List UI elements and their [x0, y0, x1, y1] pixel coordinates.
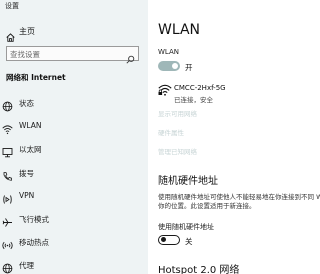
hardware-properties-link[interactable]: 硬件属性: [158, 127, 184, 137]
sidebar-item-label: 移动热点: [19, 238, 49, 247]
sidebar-item-label: 以太网: [19, 145, 42, 154]
globe-icon: [2, 259, 13, 274]
sidebar-item-vpn[interactable]: VPN: [0, 187, 148, 205]
show-available-networks-link[interactable]: 显示可用网络: [158, 108, 197, 118]
hotspot-heading: Hotspot 2.0 网络: [158, 265, 240, 274]
airplane-icon: [2, 213, 13, 232]
sidebar-home-label: 主页: [19, 27, 35, 36]
sidebar-item-label: WLAN: [19, 121, 42, 130]
sidebar-item-status[interactable]: 状态: [0, 94, 148, 112]
sidebar-item-dialup[interactable]: 拨号: [0, 164, 148, 182]
manage-known-networks-link[interactable]: 管理已知网络: [158, 146, 197, 156]
wlan-toggle-label: WLAN: [158, 48, 180, 56]
main-content: WLAN WLAN 开 CMCC-2Hxf-5G 已连接，安全 显示可用网络 硬…: [148, 0, 320, 274]
globe-icon: [2, 97, 13, 116]
random-mac-toggle-label: 使用随机硬件地址: [158, 223, 214, 231]
sidebar-item-label: 拨号: [19, 169, 34, 178]
sidebar-item-wlan[interactable]: WLAN: [0, 117, 148, 135]
network-name[interactable]: CMCC-2Hxf-5G: [174, 84, 226, 92]
page-title: WLAN: [158, 22, 201, 38]
wlan-toggle[interactable]: [158, 61, 180, 71]
search-input[interactable]: 查找设置: [6, 46, 139, 64]
wifi-icon: [2, 120, 13, 139]
random-mac-description-line: 你的位置。此设置适用于新连接。: [158, 202, 256, 210]
sidebar-home[interactable]: 主页: [0, 24, 148, 42]
toggle-knob: [172, 63, 178, 69]
network-status: 已连接，安全: [174, 96, 213, 104]
sidebar-item-label: 代理: [19, 261, 34, 270]
vpn-icon: [2, 190, 13, 209]
sidebar-item-label: 状态: [19, 99, 34, 108]
wifi-lock-icon: [158, 82, 172, 101]
wlan-toggle-state: 开: [185, 63, 193, 72]
sidebar-item-hotspot[interactable]: 移动热点: [0, 233, 148, 251]
home-icon: [6, 27, 15, 46]
sidebar: 设置 主页 查找设置 网络和 Internet 状态 WLAN 以太网 拨号 V…: [0, 0, 148, 274]
random-mac-toggle[interactable]: [158, 235, 180, 245]
sidebar-section-title: 网络和 Internet: [6, 73, 66, 82]
sidebar-item-airplane[interactable]: 飞行模式: [0, 210, 148, 228]
sidebar-item-label: 飞行模式: [19, 215, 49, 224]
phone-icon: [2, 167, 13, 186]
sidebar-item-label: VPN: [19, 191, 35, 200]
random-mac-heading: 随机硬件地址: [158, 176, 218, 187]
random-mac-description: 使用随机硬件地址可使他人不能轻易地在你连接到不同 WLA 你的位置。此设置适用于…: [158, 193, 320, 211]
ethernet-icon: [2, 143, 13, 162]
sidebar-item-proxy[interactable]: 代理: [0, 256, 148, 274]
search-icon[interactable]: [126, 49, 135, 68]
toggle-knob: [161, 236, 166, 242]
hotspot-icon: [2, 236, 13, 255]
random-mac-toggle-state: 关: [185, 237, 193, 246]
window-title: 设置: [5, 2, 19, 10]
sidebar-item-ethernet[interactable]: 以太网: [0, 140, 148, 158]
random-mac-description-line: 使用随机硬件地址可使他人不能轻易地在你连接到不同 WLA: [158, 193, 320, 201]
search-placeholder: 查找设置: [10, 50, 40, 59]
